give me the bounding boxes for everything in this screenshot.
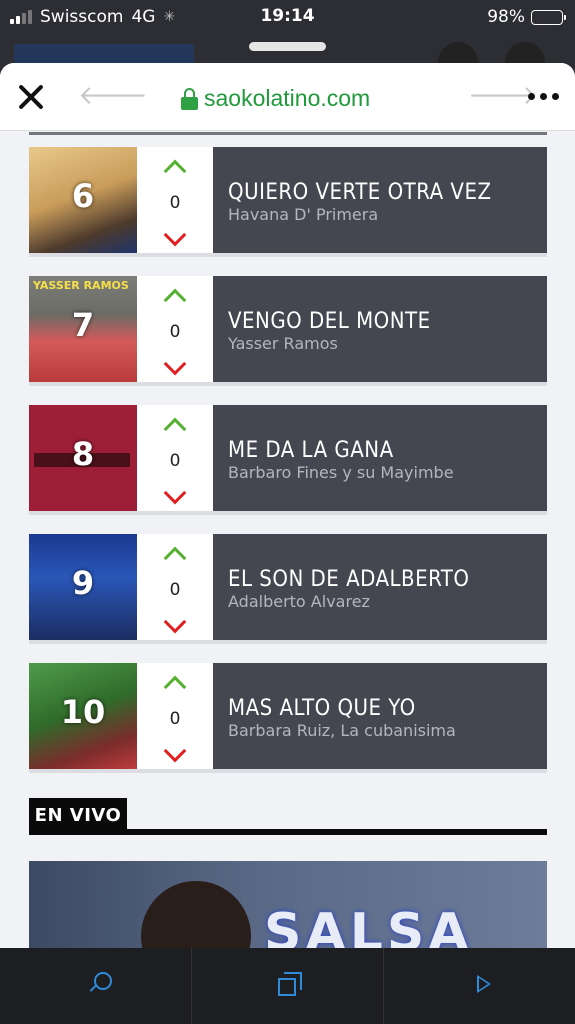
vote-down-icon[interactable] [161, 745, 189, 765]
cover-text: YASSER RAMOS [33, 279, 129, 292]
vote-up-icon[interactable] [161, 673, 189, 693]
tabs-button[interactable] [192, 948, 384, 1024]
lock-icon [181, 87, 198, 110]
live-video-thumbnail[interactable]: SALSA [29, 861, 547, 948]
chart-row: 9 0 EL SON DE ADALBERTO Adalberto Alvare… [29, 534, 547, 644]
vote-down-icon[interactable] [161, 616, 189, 636]
song-artist: Havana D' Primera [228, 205, 379, 224]
bottom-toolbar [0, 948, 575, 1024]
vote-up-icon[interactable] [161, 157, 189, 177]
video-person [141, 881, 251, 948]
close-icon[interactable] [16, 82, 46, 112]
search-button[interactable] [0, 948, 192, 1024]
album-cover[interactable]: 6 [29, 147, 137, 256]
rank-number: 7 [71, 306, 95, 344]
vote-box: 0 [137, 405, 213, 514]
url-text: saokolatino.com [204, 85, 371, 111]
address-bar[interactable]: saokolatino.com [181, 85, 370, 112]
play-icon [477, 975, 491, 993]
vote-count: 0 [169, 451, 181, 471]
song-title: QUIERO VERTE OTRA VEZ [228, 180, 492, 205]
vote-down-icon[interactable] [161, 229, 189, 249]
row-divider [29, 253, 547, 257]
vote-box: 0 [137, 147, 213, 256]
song-artist: Barbara Ruiz, La cubanisima [228, 721, 456, 740]
vote-box: 0 [137, 663, 213, 772]
more-icon[interactable] [528, 93, 559, 100]
vote-down-icon[interactable] [161, 487, 189, 507]
chart-row: 10 0 MAS ALTO QUE YO Barbara Ruiz, La cu… [29, 663, 547, 773]
vote-count: 0 [169, 322, 181, 342]
play-button[interactable] [384, 948, 575, 1024]
song-title: VENGO DEL MONTE [228, 309, 431, 334]
row-divider [29, 769, 547, 773]
vote-count: 0 [169, 580, 181, 600]
song-info[interactable]: MAS ALTO QUE YO Barbara Ruiz, La cubanis… [213, 663, 547, 772]
song-title: MAS ALTO QUE YO [228, 696, 416, 721]
rank-number: 8 [71, 435, 95, 473]
search-icon [88, 972, 112, 996]
battery-icon [531, 9, 566, 25]
browser-toolbar: 🡐 saokolatino.com 🡒 [0, 63, 575, 131]
album-cover[interactable]: 8 [29, 405, 137, 514]
status-bar: Swisscom 4G ✳ 19:14 98% [0, 0, 575, 36]
row-divider [29, 511, 547, 515]
section-title: EN VIVO [29, 798, 127, 834]
rank-number: 10 [60, 693, 106, 731]
tabs-icon [278, 972, 302, 996]
vote-count: 0 [169, 193, 181, 213]
vote-box: 0 [137, 276, 213, 385]
rank-number: 6 [71, 177, 95, 215]
song-info[interactable]: ME DA LA GANA Barbaro Fines y su Mayimbe [213, 405, 547, 514]
song-artist: Adalberto Alvarez [228, 592, 370, 611]
rank-number: 9 [71, 564, 95, 602]
album-cover[interactable]: 10 [29, 663, 137, 772]
vote-up-icon[interactable] [161, 286, 189, 306]
song-info[interactable]: EL SON DE ADALBERTO Adalberto Alvarez [213, 534, 547, 643]
battery-percent: 98% [487, 7, 525, 27]
video-title-text: SALSA [264, 903, 473, 948]
song-artist: Barbaro Fines y su Mayimbe [228, 463, 454, 482]
row-divider [29, 382, 547, 386]
chart-row: 8 0 ME DA LA GANA Barbaro Fines y su May… [29, 405, 547, 515]
album-cover[interactable]: YASSER RAMOS 7 [29, 276, 137, 385]
status-right: 98% [487, 7, 566, 27]
vote-box: 0 [137, 534, 213, 643]
vote-up-icon[interactable] [161, 415, 189, 435]
row-divider [29, 640, 547, 644]
previous-row-edge [29, 132, 547, 135]
chart-row: 6 0 QUIERO VERTE OTRA VEZ Havana D' Prim… [29, 147, 547, 257]
browser-sheet: 🡐 saokolatino.com 🡒 6 0 QUIERO VERTE OTR… [0, 63, 575, 948]
vote-down-icon[interactable] [161, 358, 189, 378]
sheet-grabber[interactable] [249, 42, 326, 51]
song-artist: Yasser Ramos [228, 334, 338, 353]
song-info[interactable]: VENGO DEL MONTE Yasser Ramos [213, 276, 547, 385]
song-title: ME DA LA GANA [228, 438, 394, 463]
back-arrow-icon[interactable]: 🡐 [78, 81, 148, 111]
song-info[interactable]: QUIERO VERTE OTRA VEZ Havana D' Primera [213, 147, 547, 256]
song-title: EL SON DE ADALBERTO [228, 567, 470, 592]
vote-up-icon[interactable] [161, 544, 189, 564]
album-cover[interactable]: 9 [29, 534, 137, 643]
vote-count: 0 [169, 709, 181, 729]
chart-row: YASSER RAMOS 7 0 VENGO DEL MONTE Yasser … [29, 276, 547, 386]
